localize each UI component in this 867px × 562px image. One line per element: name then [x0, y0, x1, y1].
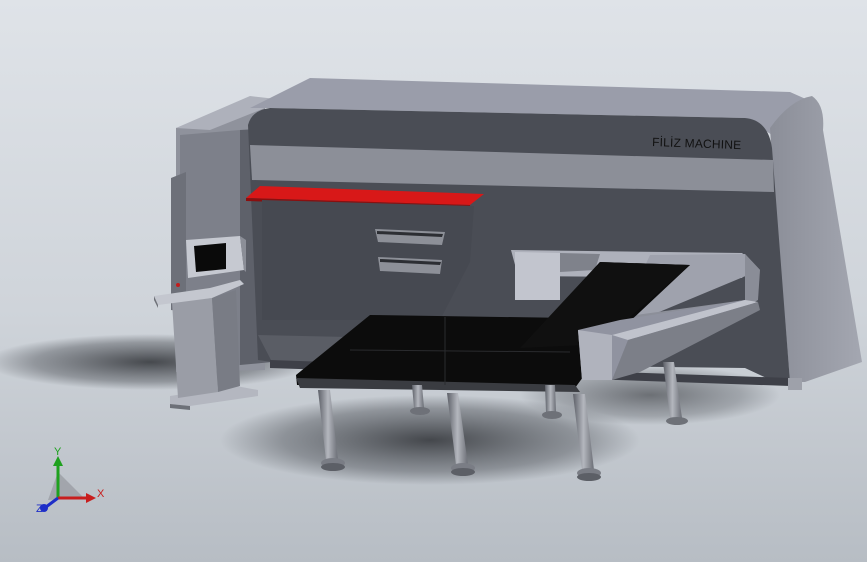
- view-triad[interactable]: Y X Z: [36, 446, 105, 515]
- console-screen: [194, 243, 226, 272]
- front-center-panel[interactable]: [262, 200, 474, 320]
- x-axis-label: X: [97, 488, 105, 500]
- y-axis-label: Y: [54, 446, 62, 458]
- x-axis-arrow-icon: [86, 493, 96, 503]
- emergency-stop-button[interactable]: [176, 283, 180, 287]
- z-axis-label: Z: [36, 503, 43, 515]
- graphics-viewport[interactable]: FİLİZ MACHINE Y X Z: [0, 0, 867, 562]
- model-scene[interactable]: FİLİZ MACHINE Y X Z: [0, 0, 867, 562]
